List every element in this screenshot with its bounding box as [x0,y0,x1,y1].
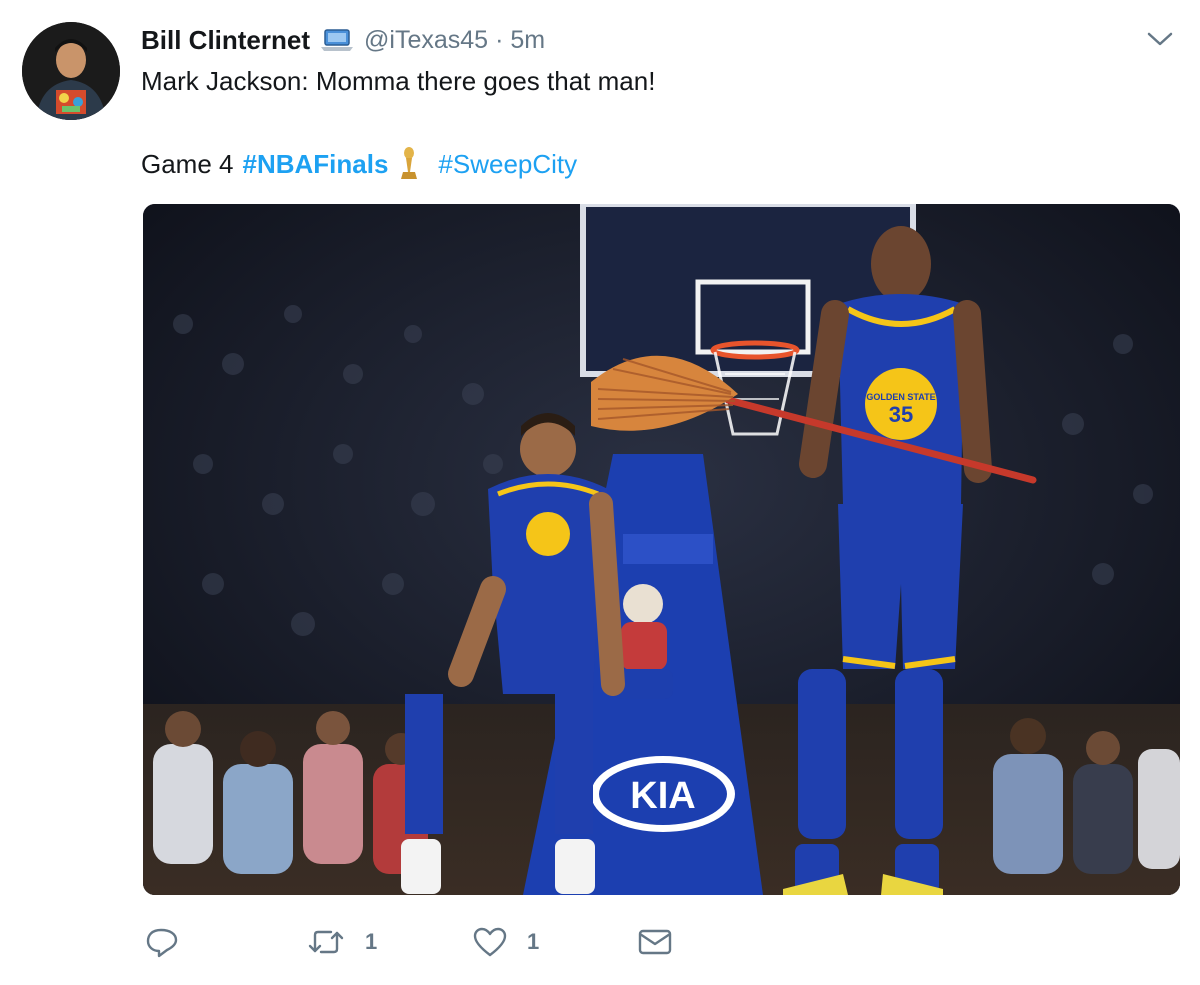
tweet-header: Bill Clinternet @iTexas45 · 5m [141,22,545,58]
chevron-down-icon[interactable] [1146,28,1174,50]
reply-button[interactable] [145,920,179,964]
display-name[interactable]: Bill Clinternet [141,25,310,56]
envelope-icon [638,929,672,955]
tweet-text-line-2: Game 4 #NBAFinals #SweepCity [141,144,577,184]
kia-logo-text: KIA [630,775,695,817]
retweet-icon [308,930,344,954]
tweet-actions: 1 1 [145,920,705,964]
reply-icon [146,928,178,958]
laptop-icon [320,28,354,52]
avatar-image [22,22,120,120]
jersey-team-text: GOLDEN STATE [866,392,935,402]
tweet-text: Mark Jackson: Momma there goes that man! [141,65,656,96]
timestamp[interactable]: 5m [510,26,545,55]
like-button[interactable]: 1 [473,920,539,964]
separator-dot: · [495,25,504,54]
direct-message-button[interactable] [638,920,672,964]
retweet-button[interactable]: 1 [307,920,377,964]
tweet-text-prefix: Game 4 [141,148,234,179]
heart-icon [473,927,507,957]
hashtag-sweepcity[interactable]: #SweepCity [438,149,577,180]
tweet-text-line-1: Mark Jackson: Momma there goes that man! [141,62,655,100]
jersey-number: 35 [889,402,913,427]
avatar[interactable] [22,22,120,120]
basketball-photo: KIA GOLDEN STATE 35 [143,204,1180,895]
handle[interactable]: @iTexas45 [364,26,488,55]
trophy-icon [398,146,420,182]
retweet-count: 1 [365,929,378,954]
hashtag-nbafinals[interactable]: #NBAFinals [243,149,389,180]
tweet-media-image[interactable]: KIA GOLDEN STATE 35 [143,204,1180,895]
like-count: 1 [527,929,540,954]
